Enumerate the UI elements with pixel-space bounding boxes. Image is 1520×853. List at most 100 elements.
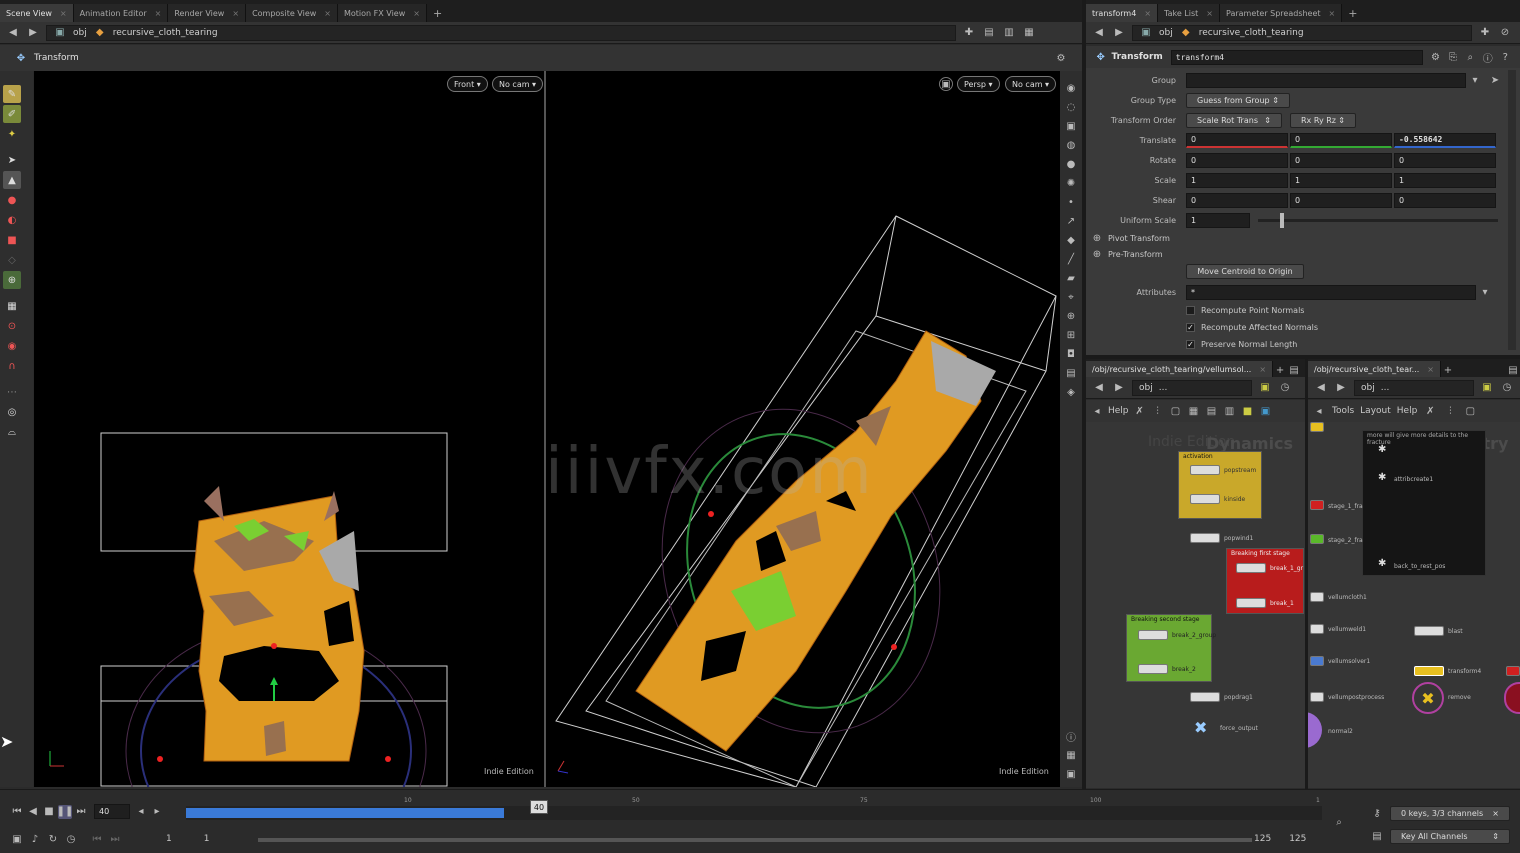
rotate-x-field[interactable]: 0 [1186, 152, 1288, 168]
shear-z-field[interactable]: 0 [1394, 192, 1496, 208]
node-red-right[interactable] [1506, 666, 1520, 676]
forward-arrow-icon[interactable]: ▶ [1334, 381, 1348, 395]
snap-point-icon[interactable]: ⊙ [3, 317, 21, 335]
select-arrow-icon[interactable]: ➤ [1488, 73, 1502, 87]
scale-y-field[interactable]: 1 [1290, 172, 1392, 188]
wrench-icon[interactable]: ✗ [1423, 404, 1437, 418]
node-transform4[interactable] [1414, 666, 1444, 676]
view-tool-icon[interactable]: ⋯ [3, 383, 21, 401]
node-break-1[interactable] [1236, 598, 1266, 608]
select-tool-icon[interactable]: ✎ [3, 85, 21, 103]
clock-icon[interactable]: ◷ [1500, 381, 1514, 395]
pre-transform-row[interactable]: ⊕ Pre-Transform [1090, 246, 1163, 262]
add-tab-button[interactable]: + [1342, 4, 1363, 22]
node-red-ring[interactable] [1504, 682, 1520, 714]
key-search-icon[interactable]: ⌕ [1332, 815, 1346, 829]
node-popdrag[interactable] [1190, 692, 1220, 702]
camera-icon[interactable]: ◘ [1064, 347, 1078, 361]
tab-transform4[interactable]: transform4 × [1086, 4, 1159, 22]
forward-arrow-icon[interactable]: ▶ [1112, 381, 1126, 395]
recompute-point-normals-row[interactable]: Recompute Point Normals [1090, 302, 1304, 318]
rotate-y-field[interactable]: 0 [1290, 152, 1392, 168]
path-field[interactable]: ▣ obj ◆ recursive_cloth_tearing [46, 24, 956, 41]
snap-grid-icon[interactable]: ▦ [3, 297, 21, 315]
node-break-2-group[interactable] [1138, 630, 1168, 640]
play-icon[interactable]: ❚❚ [57, 804, 73, 819]
brush-tool-icon[interactable]: ✦ [3, 125, 21, 143]
sphere-icon[interactable]: ● [1064, 157, 1078, 171]
save-icon[interactable]: ⎘ [1446, 50, 1459, 64]
tab-take-list[interactable]: Take List × [1158, 4, 1220, 22]
point-icon[interactable]: • [1064, 195, 1078, 209]
image-icon[interactable]: ▣ [1258, 381, 1272, 395]
list-icon[interactable]: ▤ [1205, 404, 1219, 418]
transform-order-dropdown[interactable]: Scale Rot Trans ⇕ [1186, 112, 1282, 128]
tab-render-view[interactable]: Render View × [168, 4, 247, 22]
add-tab-button[interactable]: + [427, 4, 448, 22]
pin-icon[interactable]: ✚ [962, 26, 976, 40]
chevron-down-icon[interactable]: ▾ [1468, 73, 1482, 87]
network-path-field[interactable]: obj... [1132, 379, 1252, 396]
add-icon[interactable]: + [1273, 363, 1287, 377]
translate-z-field[interactable]: -0.558642 [1394, 132, 1496, 148]
pointer-icon[interactable]: ➤ [3, 151, 21, 169]
network-layout-menu[interactable]: Layout [1360, 406, 1391, 416]
node-attribcreate[interactable]: ✱ [1378, 472, 1386, 483]
render-region-icon[interactable]: ⌓ [3, 423, 21, 441]
param-scrollbar[interactable] [1508, 70, 1516, 350]
preserve-normal-length-row[interactable]: ✓ Preserve Normal Length [1090, 336, 1297, 352]
rotate-handle-icon[interactable]: ◐ [3, 211, 21, 229]
prev-key-icon[interactable]: ◂ [134, 805, 148, 819]
left-arrow-icon[interactable]: ◂ [1090, 404, 1104, 418]
prev-frame-icon[interactable]: ⏮ [90, 832, 104, 846]
network-left-canvas[interactable]: Indie Edition Dynamics activation popstr… [1086, 422, 1305, 788]
network-path-field[interactable]: obj... [1354, 379, 1474, 396]
node-attrib-1[interactable]: ✱ [1378, 444, 1386, 455]
activation-box[interactable]: activation [1178, 451, 1262, 519]
forward-arrow-icon[interactable]: ▶ [1112, 26, 1126, 40]
light-icon[interactable]: ✺ [1064, 176, 1078, 190]
close-icon[interactable]: × [413, 9, 420, 18]
pivot-transform-row[interactable]: ⊕ Pivot Transform [1090, 230, 1170, 246]
node-force-output[interactable]: ✖ [1194, 719, 1216, 737]
node-vellumsolver[interactable] [1310, 656, 1324, 666]
node-vellumweld[interactable] [1310, 624, 1324, 634]
handle-tool-icon[interactable]: ⊕ [3, 271, 21, 289]
note-icon[interactable]: ▢ [1169, 404, 1183, 418]
expand-icon[interactable]: ⊕ [1090, 247, 1104, 261]
node-remove[interactable]: ✖ [1412, 682, 1444, 714]
screen-icon[interactable]: ▣ [1064, 767, 1078, 781]
grid-icon[interactable]: ▦ [1187, 404, 1201, 418]
back-arrow-icon[interactable]: ◀ [1314, 381, 1328, 395]
move-centroid-button[interactable]: Move Centroid to Origin [1186, 263, 1304, 279]
search-icon[interactable]: ⌕ [1464, 50, 1477, 64]
key-all-channels-dropdown[interactable]: Key All Channels ⇕ [1390, 829, 1510, 844]
slider-handle[interactable] [1280, 212, 1284, 228]
tab-parameter-spreadsheet[interactable]: Parameter Spreadsheet × [1219, 4, 1343, 22]
node-name-field[interactable]: transform4 [1170, 49, 1423, 65]
translate-handle-icon[interactable]: ● [3, 191, 21, 209]
scale-handle-icon[interactable]: ■ [3, 231, 21, 249]
camera-view-dropdown[interactable]: Front ▾ [447, 76, 488, 92]
back-arrow-icon[interactable]: ◀ [6, 26, 20, 40]
close-icon[interactable]: × [1329, 9, 1336, 18]
grid-view-icon[interactable]: ▦ [1064, 748, 1078, 762]
uniform-scale-field[interactable]: 1 [1186, 212, 1250, 228]
split-icon[interactable]: ▥ [1002, 26, 1016, 40]
snap-icon[interactable]: ⌖ [1064, 290, 1078, 304]
close-icon[interactable]: × [324, 9, 331, 18]
vertex-icon[interactable]: ◆ [1064, 233, 1078, 247]
viewport-persp[interactable]: ▣ Persp ▾ No cam ▾ Indie Edition [546, 71, 1060, 787]
group-type-dropdown[interactable]: Guess from Group ⇕ [1186, 92, 1290, 108]
pose-tool-icon[interactable]: ◇ [3, 251, 21, 269]
next-frame-icon[interactable]: ⏭ [108, 832, 122, 846]
note-icon[interactable]: ▢ [1463, 404, 1477, 418]
shear-y-field[interactable]: 0 [1290, 192, 1392, 208]
node-stage-1[interactable] [1310, 500, 1324, 510]
group-field[interactable] [1186, 72, 1466, 88]
back-arrow-icon[interactable]: ◀ [1092, 26, 1106, 40]
shear-x-field[interactable]: 0 [1186, 192, 1288, 208]
normals-icon[interactable]: ↗ [1064, 214, 1078, 228]
audio-icon[interactable]: ♪ [28, 832, 42, 846]
tab-motion-fx-view[interactable]: Motion FX View × [338, 4, 427, 22]
